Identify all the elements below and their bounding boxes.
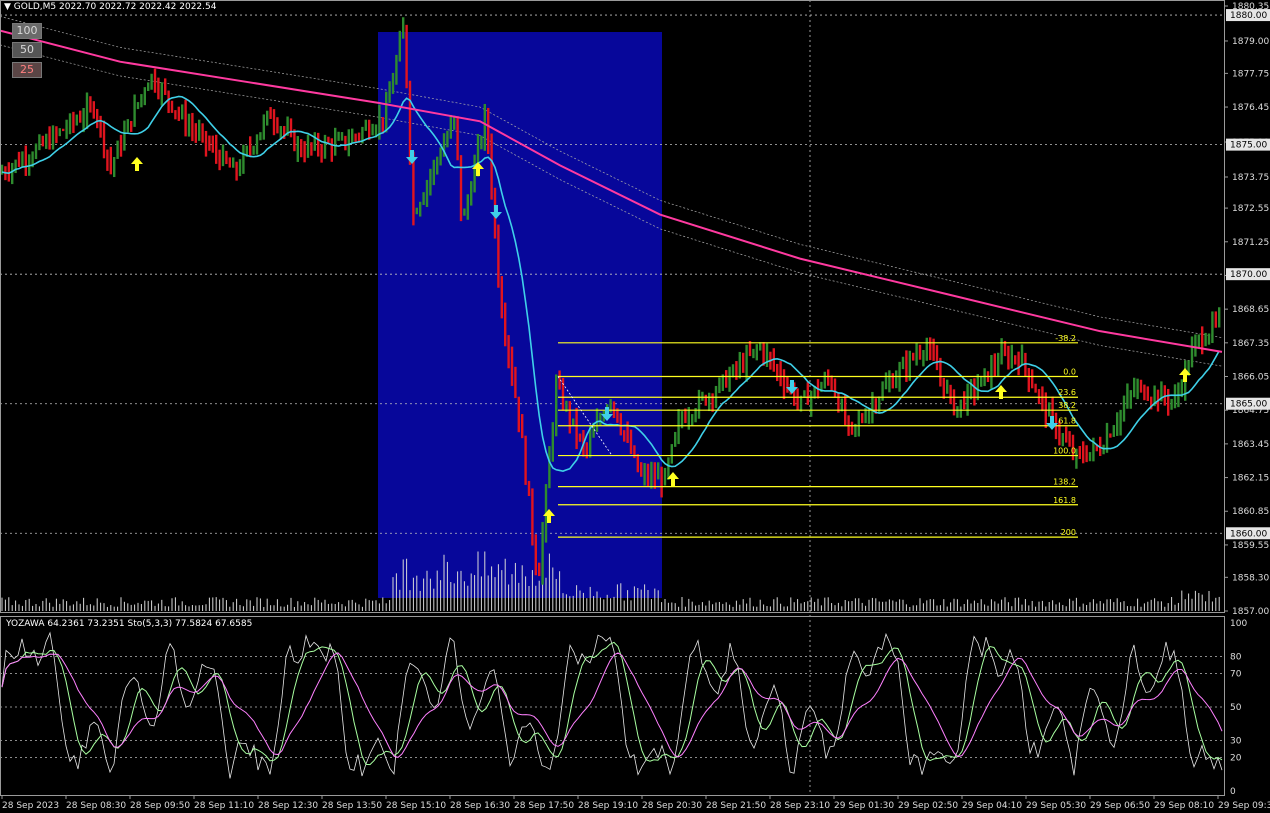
oscillator-tick-label: 30 [1230, 737, 1242, 747]
time-tick-label: 28 Sep 17:50 [514, 801, 574, 811]
price-tick-label: 1872.55 [1232, 204, 1269, 214]
price-tick-label: 1871.25 [1232, 238, 1269, 248]
symbol-info-label: ▼ GOLD,M5 2022.70 2022.72 2022.42 2022.5… [4, 2, 216, 12]
price-tick-label: 1879.00 [1232, 37, 1269, 47]
time-tick-label: 29 Sep 04:10 [962, 801, 1022, 811]
time-tick-label: 28 Sep 23:10 [770, 801, 830, 811]
price-tick-label: 1859.55 [1232, 541, 1269, 551]
price-level-label: 1875.00 [1230, 141, 1267, 151]
price-tick-label: 1876.45 [1232, 103, 1269, 113]
period-button-25[interactable]: 25 [12, 62, 42, 78]
time-tick-label: 29 Sep 02:50 [898, 801, 958, 811]
time-tick-label: 28 Sep 09:50 [130, 801, 190, 811]
fib-level-label: 38.2 [1058, 401, 1076, 410]
fib-level-label: -38.2 [1055, 334, 1076, 343]
time-tick-label: 28 Sep 16:30 [450, 801, 510, 811]
oscillator-tick-label: 80 [1230, 653, 1242, 663]
time-tick-label: 28 Sep 12:30 [258, 801, 318, 811]
time-tick-label: 28 Sep 19:10 [578, 801, 638, 811]
oscillator-tick-label: 0 [1230, 787, 1236, 797]
period-button-50[interactable]: 50 [12, 42, 42, 58]
time-tick-label: 28 Sep 15:10 [386, 801, 446, 811]
price-level-label: 1860.00 [1230, 529, 1267, 539]
up-arrow-icon [131, 157, 143, 171]
time-tick-label: 29 Sep 09:30 [1218, 801, 1270, 811]
time-tick-label: 28 Sep 2023 [2, 801, 59, 811]
collapse-triangle-icon[interactable]: ▼ [4, 2, 11, 12]
price-level-label: 1880.00 [1230, 11, 1267, 21]
oscillator-tick-label: 100 [1230, 619, 1247, 629]
fib-level-label: 100.0 [1053, 447, 1076, 456]
price-tick-label: 1868.65 [1232, 305, 1269, 315]
symbol-quote-text: GOLD,M5 2022.70 2022.72 2022.42 2022.54 [13, 2, 217, 12]
price-tick-label: 1862.15 [1232, 474, 1269, 484]
price-level-label: 1870.00 [1230, 270, 1267, 280]
oscillator-panel [1, 631, 1223, 779]
time-tick-label: 28 Sep 11:10 [194, 801, 254, 811]
price-tick-label: 1867.35 [1232, 339, 1269, 349]
fib-level-label: 61.8 [1058, 417, 1076, 426]
price-level-label: 1865.00 [1230, 400, 1267, 410]
price-tick-label: 1863.45 [1232, 440, 1269, 450]
oscillator-tick-label: 50 [1230, 703, 1242, 713]
price-tick-label: 1858.30 [1232, 573, 1269, 583]
price-tick-label: 1873.75 [1232, 173, 1269, 183]
price-tick-label: 1860.85 [1232, 507, 1269, 517]
time-tick-label: 28 Sep 21:50 [706, 801, 766, 811]
oscillator-tick-label: 20 [1230, 753, 1242, 763]
time-tick-label: 28 Sep 08:30 [66, 801, 126, 811]
time-tick-label: 29 Sep 01:30 [834, 801, 894, 811]
fib-level-label: 200 [1061, 528, 1076, 537]
fib-level-label: 138.2 [1053, 478, 1076, 487]
oscillator-tick-label: 70 [1230, 669, 1242, 679]
price-tick-label: 1857.00 [1232, 607, 1269, 617]
time-tick-label: 28 Sep 13:50 [322, 801, 382, 811]
price-tick-label: 1877.75 [1232, 69, 1269, 79]
trading-chart[interactable]: -38.20.023.638.261.8100.0138.2161.8200 1… [0, 0, 1270, 813]
time-tick-label: 28 Sep 20:30 [642, 801, 702, 811]
time-tick-label: 29 Sep 08:10 [1154, 801, 1214, 811]
fib-level-label: 161.8 [1053, 496, 1076, 505]
time-tick-label: 29 Sep 06:50 [1090, 801, 1150, 811]
period-button-100[interactable]: 100 [12, 23, 42, 39]
price-tick-label: 1866.05 [1232, 373, 1269, 383]
fib-level-label: 23.6 [1058, 388, 1076, 397]
time-tick-label: 29 Sep 05:30 [1026, 801, 1086, 811]
fib-level-label: 0.0 [1063, 368, 1076, 377]
oscillator-info-label: YOZAWA 64.2361 73.2351 Sto(5,3,3) 77.582… [6, 619, 253, 629]
oscillator-raw-line [1, 631, 1223, 779]
